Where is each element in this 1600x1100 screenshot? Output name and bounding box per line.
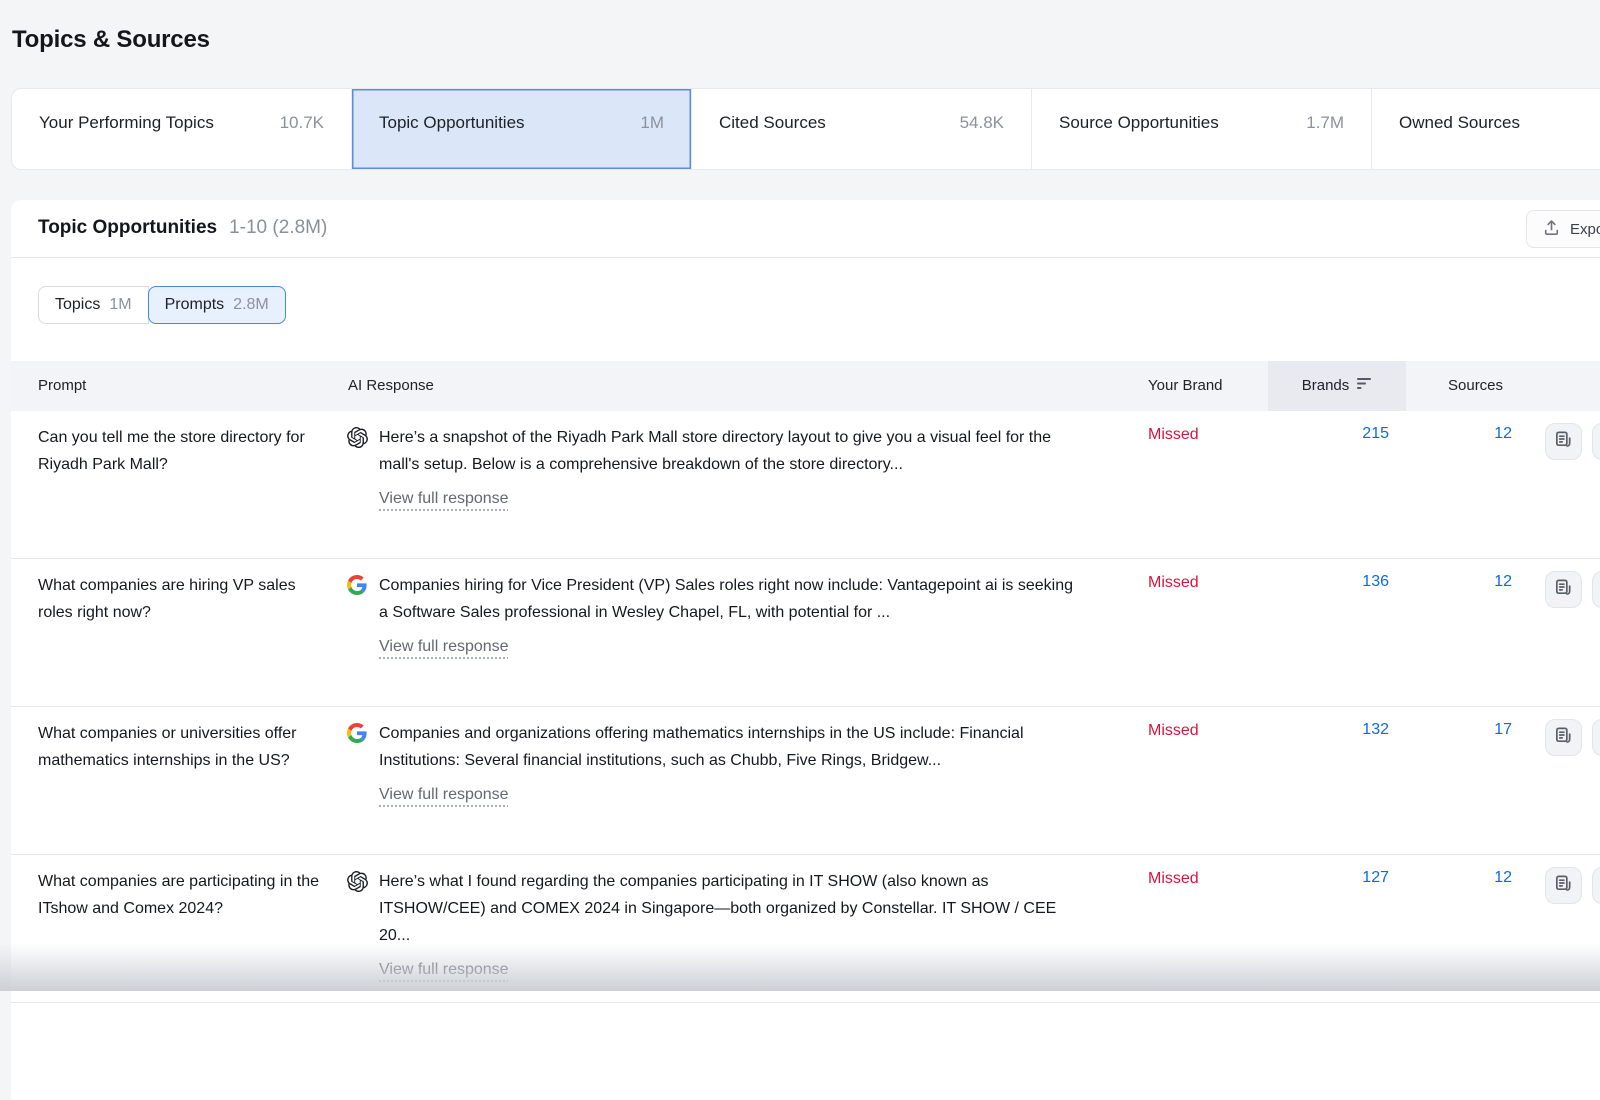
tab[interactable]: Source Opportunities 1.7M (1032, 89, 1372, 169)
article-copy-icon (1554, 874, 1573, 898)
tab-count: 10.7K (280, 113, 324, 133)
ai-response-text: Here’s a snapshot of the Riyadh Park Mal… (379, 429, 1051, 473)
table-row: What companies are participating in the … (11, 855, 1600, 1003)
view-full-response-link[interactable]: View full response (379, 485, 509, 512)
ai-response: Companies and organizations offering mat… (379, 720, 1085, 808)
your-brand-status: Missed (1148, 426, 1199, 444)
prompt-text: Can you tell me the store directory for … (38, 424, 330, 478)
panel-title: Topic Opportunities (38, 217, 217, 239)
view-full-response-link[interactable]: View full response (379, 956, 509, 983)
panel-header: Topic Opportunities 1-10 (2.8M) (38, 217, 327, 239)
upload-icon (1543, 219, 1560, 240)
topic-opportunities-panel: Topic Opportunities 1-10 (2.8M) Export T… (11, 200, 1600, 1100)
your-brand-status: Missed (1148, 870, 1199, 888)
brands-count-link[interactable]: 215 (1268, 425, 1389, 443)
openai-icon (347, 427, 368, 448)
table-row: What companies or universities offer mat… (11, 707, 1600, 855)
tab-label: Your Performing Topics (39, 113, 214, 133)
export-button[interactable]: Export (1526, 210, 1600, 248)
brands-count-link[interactable]: 127 (1268, 869, 1389, 887)
toggle-count: 1M (109, 296, 131, 314)
toggle-button[interactable]: Prompts 2.8M (148, 286, 286, 324)
tab[interactable]: Your Performing Topics 10.7K (12, 89, 352, 169)
prompt-text: What companies or universities offer mat… (38, 720, 330, 774)
page-title: Topics & Sources (12, 26, 210, 54)
export-label: Export (1570, 221, 1600, 238)
toggle-label: Topics (55, 296, 100, 314)
tab-label: Owned Sources (1399, 113, 1520, 133)
column-header-brands[interactable]: Brands (1268, 361, 1406, 411)
column-header-your-brand[interactable]: Your Brand (1148, 361, 1223, 411)
tab-count: 1M (640, 113, 664, 133)
article-copy-icon (1554, 578, 1573, 602)
view-full-response-link[interactable]: View full response (379, 781, 509, 808)
view-prompts-button[interactable] (1545, 867, 1582, 904)
view-prompts-button[interactable] (1545, 423, 1582, 460)
sources-count-link[interactable]: 12 (1405, 573, 1512, 591)
ai-response: Companies hiring for Vice President (VP)… (379, 572, 1085, 660)
openai-icon (347, 871, 368, 892)
ai-response: Here’s a snapshot of the Riyadh Park Mal… (379, 424, 1085, 512)
article-copy-icon (1554, 726, 1573, 750)
secondary-action-button[interactable] (1592, 719, 1600, 756)
secondary-action-button[interactable] (1592, 423, 1600, 460)
table-row: Can you tell me the store directory for … (11, 411, 1600, 559)
brands-header-label: Brands (1302, 361, 1350, 411)
topics-sources-tabbar: Your Performing Topics 10.7K Topic Oppor… (11, 88, 1600, 170)
article-copy-icon (1554, 430, 1573, 454)
tab-label: Source Opportunities (1059, 113, 1219, 133)
tab-label: Topic Opportunities (379, 113, 525, 133)
tab[interactable]: Cited Sources 54.8K (692, 89, 1032, 169)
secondary-action-button[interactable] (1592, 571, 1600, 608)
column-header-ai-response: AI Response (348, 361, 434, 411)
prompt-text: What companies are hiring VP sales roles… (38, 572, 330, 626)
column-header-sources[interactable]: Sources (1448, 361, 1503, 411)
prompt-text: What companies are participating in the … (38, 868, 330, 922)
ai-response-text: Companies and organizations offering mat… (379, 725, 1024, 769)
google-icon (347, 723, 368, 744)
ai-response-text: Here’s what I found regarding the compan… (379, 873, 1056, 944)
google-icon (347, 575, 368, 596)
secondary-action-button[interactable] (1592, 867, 1600, 904)
toggle-label: Prompts (165, 296, 225, 314)
ai-response: Here’s what I found regarding the compan… (379, 868, 1085, 983)
toggle-count: 2.8M (233, 296, 269, 314)
brands-count-link[interactable]: 132 (1268, 721, 1389, 739)
table-row: What companies are hiring VP sales roles… (11, 559, 1600, 707)
table-body: Can you tell me the store directory for … (11, 411, 1600, 1003)
sources-count-link[interactable]: 12 (1405, 869, 1512, 887)
view-prompts-button[interactable] (1545, 719, 1582, 756)
sources-count-link[interactable]: 12 (1405, 425, 1512, 443)
topics-prompts-toggle: Topics 1M Prompts 2.8M (38, 286, 286, 324)
tab[interactable]: Owned Sources (1372, 89, 1600, 169)
brands-count-link[interactable]: 136 (1268, 573, 1389, 591)
tab-count: 1.7M (1306, 113, 1344, 133)
ai-response-text: Companies hiring for Vice President (VP)… (379, 577, 1073, 621)
divider (11, 257, 1600, 258)
sort-descending-icon (1357, 361, 1372, 411)
tab[interactable]: Topic Opportunities 1M (352, 89, 692, 169)
sources-count-link[interactable]: 17 (1405, 721, 1512, 739)
tab-label: Cited Sources (719, 113, 826, 133)
panel-range: 1-10 (2.8M) (229, 217, 327, 239)
table-header: Prompt AI Response Your Brand Brands Sou… (11, 361, 1600, 411)
toggle-button[interactable]: Topics 1M (38, 286, 149, 324)
column-header-prompt: Prompt (38, 361, 86, 411)
view-full-response-link[interactable]: View full response (379, 633, 509, 660)
your-brand-status: Missed (1148, 722, 1199, 740)
view-prompts-button[interactable] (1545, 571, 1582, 608)
your-brand-status: Missed (1148, 574, 1199, 592)
tab-count: 54.8K (960, 113, 1004, 133)
